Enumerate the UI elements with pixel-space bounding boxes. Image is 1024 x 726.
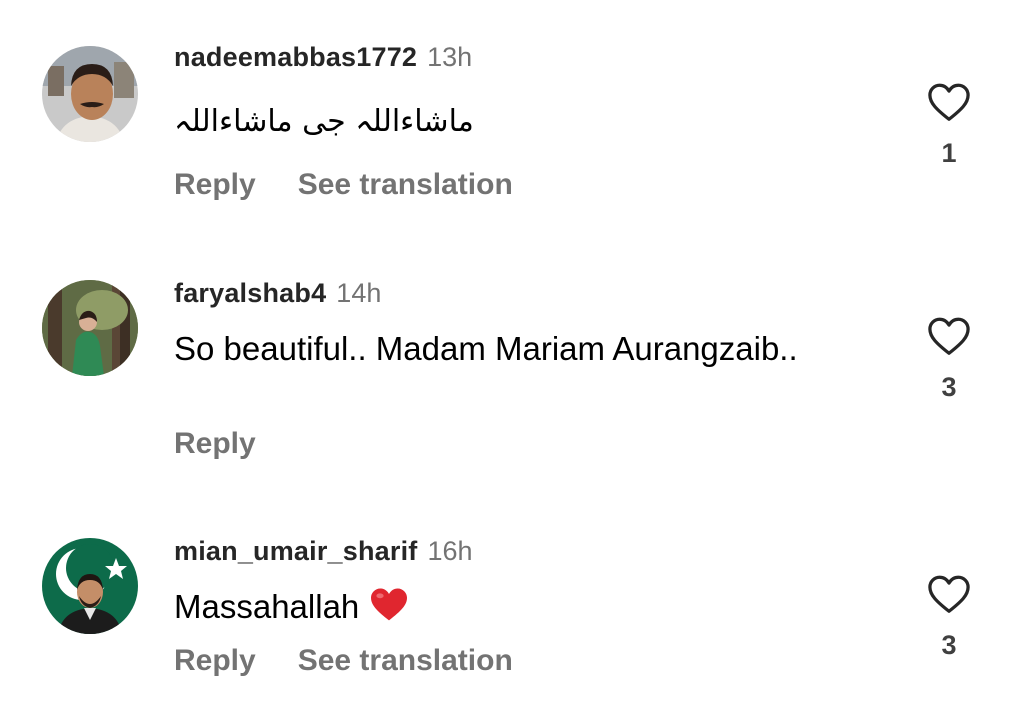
reply-button[interactable]: Reply (174, 168, 256, 201)
comment-text-content: Massahallah (174, 588, 360, 625)
comment-header: nadeemabbas1772 13h (174, 44, 472, 71)
reply-button[interactable]: Reply (174, 644, 256, 677)
see-translation-button[interactable]: See translation (298, 644, 513, 677)
heart-outline-icon (928, 317, 970, 355)
username[interactable]: faryalshab4 (174, 278, 326, 308)
comment-text: Massahallah (174, 585, 814, 633)
see-translation-button[interactable]: See translation (298, 168, 513, 201)
like-count: 3 (941, 372, 957, 402)
avatar-photo (42, 280, 138, 376)
comment-text: So beautiful.. Madam Mariam Aurangzaib.. (174, 330, 798, 367)
username[interactable]: mian_umair_sharif (174, 536, 418, 566)
avatar[interactable] (42, 538, 138, 634)
timestamp: 14h (336, 278, 382, 308)
comment-header: mian_umair_sharif 16h (174, 538, 473, 565)
timestamp: 16h (427, 536, 473, 566)
comment-actions: Reply (174, 429, 256, 459)
red-heart-emoji-icon (369, 586, 409, 633)
comment-actions: Reply See translation (174, 170, 513, 200)
avatar[interactable] (42, 46, 138, 142)
timestamp: 13h (427, 42, 473, 72)
like-count: 3 (941, 630, 957, 660)
like-button[interactable]: 3 (926, 316, 972, 401)
username[interactable]: nadeemabbas1772 (174, 42, 417, 72)
heart-outline-icon (928, 575, 970, 613)
comment-actions: Reply See translation (174, 646, 513, 676)
avatar-photo (42, 538, 138, 634)
reply-button[interactable]: Reply (174, 427, 256, 460)
comment-header: faryalshab4 14h (174, 280, 381, 307)
like-button[interactable]: 3 (926, 574, 972, 659)
heart-outline-icon (928, 83, 970, 121)
avatar-photo (42, 46, 138, 142)
comment-text: ماشاءاللہ جی ماشاءاللہ (174, 104, 474, 139)
like-count: 1 (941, 138, 957, 168)
avatar[interactable] (42, 280, 138, 376)
like-button[interactable]: 1 (926, 82, 972, 167)
